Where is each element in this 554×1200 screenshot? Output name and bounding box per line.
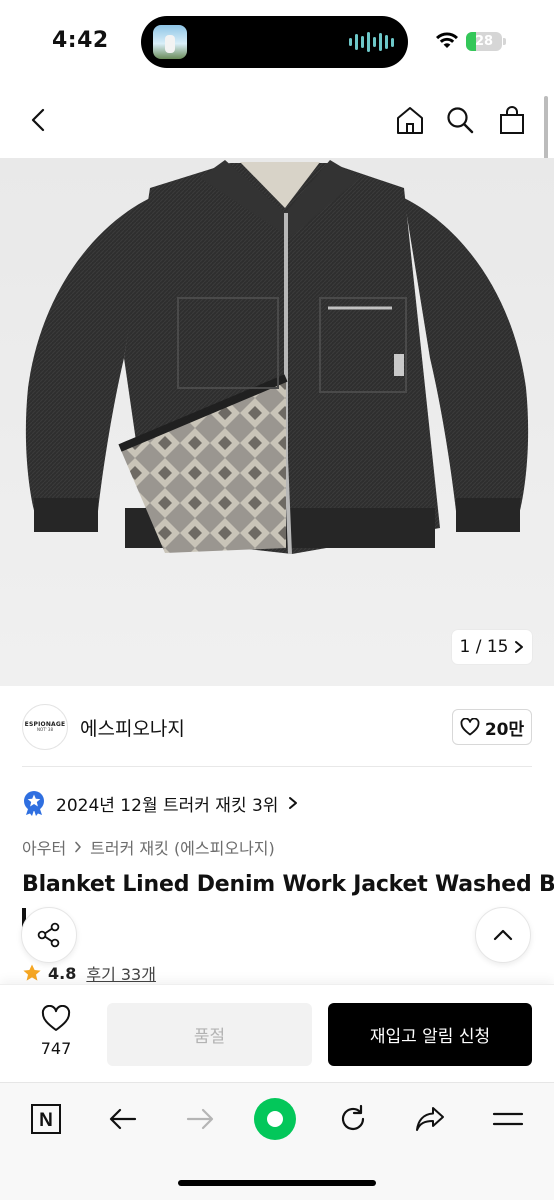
browser-share-button[interactable] [408,1097,452,1141]
search-icon [447,107,474,134]
browser-reload-button[interactable] [331,1097,375,1141]
chevron-right-icon [515,641,524,653]
share-nodes-icon [37,922,60,948]
share-icon [416,1107,444,1131]
now-playing-thumbnail [153,25,187,59]
ranking-badge-icon [24,791,44,816]
brand-like-count: 20만 [484,719,525,740]
star-icon [23,964,41,981]
dynamic-island[interactable] [141,16,408,68]
image-counter-text: 1 / 15 [459,637,509,657]
restock-notify-button[interactable]: 재입고 알림 신청 [328,1003,532,1066]
divider [22,766,532,767]
n-label: N [39,1110,53,1131]
rating-value: 4.8 [48,963,77,983]
home-icon [397,107,423,134]
back-button[interactable] [22,102,58,138]
cart-button[interactable] [494,102,530,138]
image-counter[interactable]: 1 / 15 [452,630,532,664]
chevron-up-icon [493,929,513,941]
brand-name[interactable]: 에스피오나지 [80,714,185,741]
battery-percent: 28 [474,34,494,49]
home-indicator[interactable] [178,1180,376,1186]
chevron-right-icon [289,797,298,809]
shopping-bag-icon [500,106,524,134]
menu-icon [492,1112,524,1126]
search-button[interactable] [442,102,478,138]
n-home-icon: N [31,1104,61,1134]
wishlist-button[interactable]: 747 [30,1005,82,1065]
top-navigation [0,82,554,158]
battery-tip [503,38,506,45]
breadcrumb: 아우터 트러커 재킷 (에스피오나지) [22,834,275,860]
brand-logo-sub: NOT' 38 [36,727,54,733]
reload-icon [341,1104,365,1131]
purchase-bar: 747 품절 재입고 알림 신청 [0,984,554,1082]
browser-home-button[interactable]: N [24,1097,68,1141]
back-arrow-icon [109,1108,137,1130]
browser-green-button[interactable] [253,1097,297,1141]
soldout-button[interactable]: 품절 [107,1003,312,1066]
page-scrollbar[interactable] [544,96,548,160]
home-button[interactable] [392,102,428,138]
brand-logo[interactable]: ESPIONAGE NOT' 38 [22,704,68,750]
battery-icon: 28 [466,32,502,51]
forward-arrow-icon [186,1108,214,1130]
browser-forward-button[interactable] [178,1097,222,1141]
scroll-top-button[interactable] [475,907,531,963]
green-dot-icon [254,1098,296,1140]
wifi-icon [436,32,458,48]
product-title: Blanket Lined Denim Work Jacket Washed B [22,872,554,897]
share-button[interactable] [21,907,77,963]
music-wave-icon [349,31,394,53]
review-link[interactable]: 후기 33개 [86,961,156,985]
ranking-link[interactable]: 2024년 12월 트러커 재킷 3위 [22,788,298,818]
heart-icon [41,1005,71,1031]
ranking-text: 2024년 12월 트러커 재킷 3위 [56,795,279,816]
wishlist-count: 747 [40,1039,72,1058]
breadcrumb-category[interactable]: 아우터 [22,835,66,859]
product-image[interactable] [0,158,554,686]
heart-icon [460,718,480,736]
status-bar: 4:42 28 [0,0,554,82]
rating-row: 4.8 후기 33개 [22,960,156,986]
browser-menu-button[interactable] [486,1097,530,1141]
brand-row[interactable]: ESPIONAGE NOT' 38 에스피오나지 20만 [0,686,554,768]
brand-like-button[interactable]: 20만 [452,709,532,745]
chevron-right-icon [75,841,81,853]
status-time: 4:42 [52,28,109,53]
breadcrumb-subcategory[interactable]: 트러커 재킷 (에스피오나지) [90,835,275,859]
product-photo-denim-jacket [0,158,554,686]
back-icon [31,108,45,132]
browser-back-button[interactable] [101,1097,145,1141]
